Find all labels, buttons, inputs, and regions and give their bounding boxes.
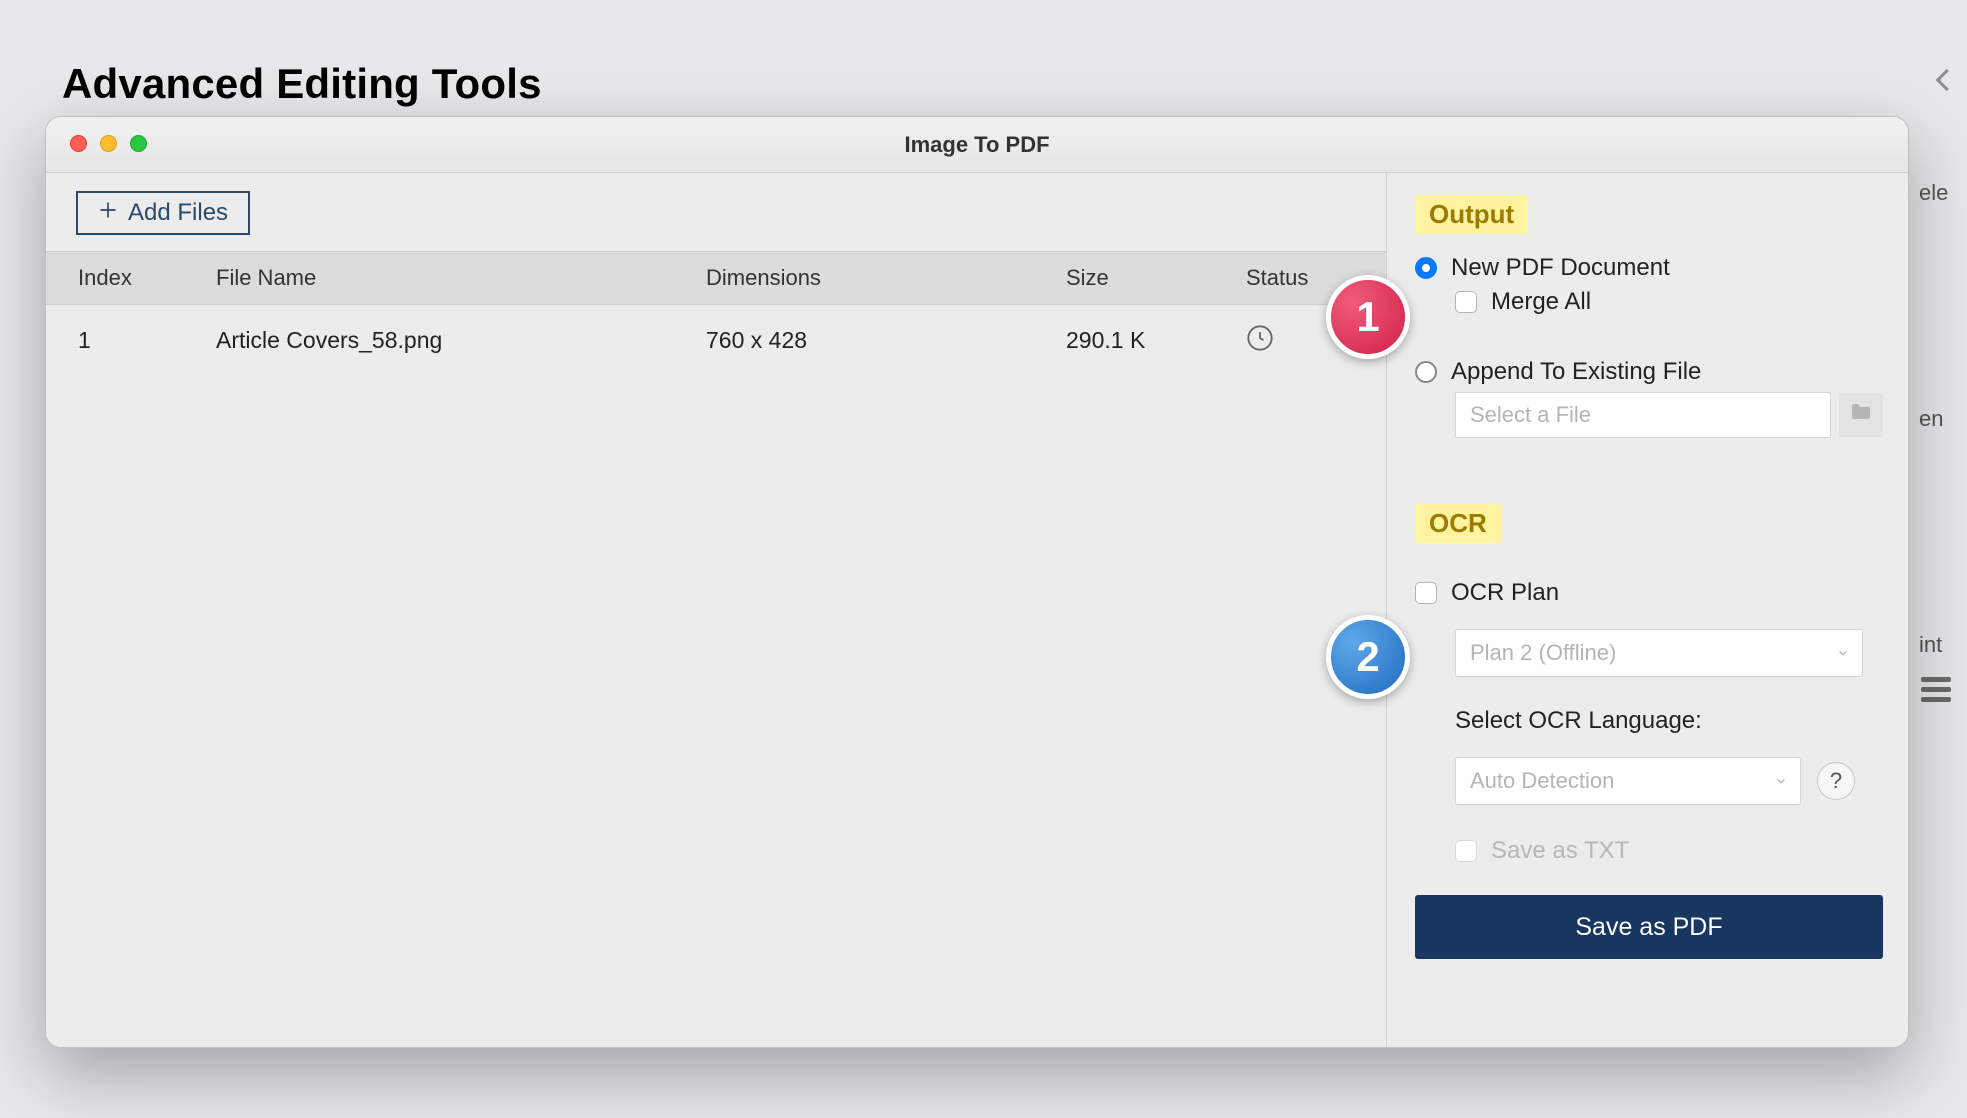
cell-dimensions: 760 x 428	[706, 327, 1066, 354]
ocr-plan-label: OCR Plan	[1451, 579, 1559, 607]
annotation-badge-1: 1	[1326, 275, 1410, 359]
col-header-dimensions[interactable]: Dimensions	[706, 265, 1066, 291]
merge-all-checkbox[interactable]	[1455, 291, 1477, 313]
add-files-button[interactable]: Add Files	[76, 191, 250, 235]
minimize-icon[interactable]	[100, 135, 117, 152]
files-table: Index File Name Dimensions Size Status 1…	[46, 251, 1386, 377]
back-chevron-icon[interactable]	[1929, 60, 1959, 105]
new-pdf-radio[interactable]	[1415, 257, 1437, 279]
new-pdf-radio-row[interactable]: New PDF Document	[1415, 254, 1883, 282]
close-icon[interactable]	[70, 135, 87, 152]
folder-icon	[1847, 400, 1875, 431]
ocr-language-value: Auto Detection	[1470, 768, 1614, 794]
help-icon: ?	[1830, 768, 1842, 794]
save-txt-row: Save as TXT	[1455, 837, 1883, 865]
image-to-pdf-window: Image To PDF Add Files Index File Name D…	[45, 116, 1909, 1048]
append-radio[interactable]	[1415, 361, 1437, 383]
chevron-down-icon	[1836, 640, 1850, 666]
window-title: Image To PDF	[904, 132, 1049, 158]
col-header-index[interactable]: Index	[46, 265, 216, 291]
append-label: Append To Existing File	[1451, 358, 1701, 386]
ocr-plan-select[interactable]: Plan 2 (Offline)	[1455, 629, 1863, 677]
table-header: Index File Name Dimensions Size Status	[46, 251, 1386, 305]
window-controls	[70, 135, 147, 152]
col-header-size[interactable]: Size	[1066, 265, 1246, 291]
obscured-background-text: ele en int	[1919, 180, 1967, 658]
file-list-pane: Add Files Index File Name Dimensions Siz…	[46, 173, 1387, 1047]
chevron-down-icon	[1774, 768, 1788, 794]
ocr-language-label: Select OCR Language:	[1455, 707, 1883, 735]
append-file-row: Select a File	[1455, 392, 1883, 438]
merge-all-label: Merge All	[1491, 288, 1591, 316]
maximize-icon[interactable]	[130, 135, 147, 152]
cell-file-name: Article Covers_58.png	[216, 327, 706, 354]
cell-index: 1	[46, 327, 216, 354]
options-pane: Output New PDF Document Merge All Append…	[1387, 173, 1909, 1047]
merge-all-row[interactable]: Merge All	[1455, 288, 1883, 316]
save-as-pdf-button[interactable]: Save as PDF	[1415, 895, 1883, 959]
add-files-label: Add Files	[128, 199, 228, 227]
annotation-badge-2: 2	[1326, 615, 1410, 699]
ocr-plan-select-value: Plan 2 (Offline)	[1470, 640, 1616, 666]
ocr-plan-checkbox[interactable]	[1415, 582, 1437, 604]
save-txt-checkbox	[1455, 840, 1477, 862]
append-file-field[interactable]: Select a File	[1455, 392, 1831, 438]
hamburger-icon[interactable]	[1921, 672, 1951, 707]
new-pdf-label: New PDF Document	[1451, 254, 1670, 282]
titlebar: Image To PDF	[46, 117, 1908, 173]
help-button[interactable]: ?	[1817, 762, 1855, 800]
append-radio-row[interactable]: Append To Existing File	[1415, 358, 1883, 386]
table-row[interactable]: 1 Article Covers_58.png 760 x 428 290.1 …	[46, 305, 1386, 377]
ocr-heading: OCR	[1415, 504, 1501, 543]
output-heading: Output	[1415, 195, 1528, 234]
browse-folder-button[interactable]	[1839, 393, 1883, 437]
page-title: Advanced Editing Tools	[0, 0, 1967, 128]
ocr-language-select[interactable]: Auto Detection	[1455, 757, 1801, 805]
ocr-plan-row[interactable]: OCR Plan	[1415, 579, 1883, 607]
save-txt-label: Save as TXT	[1491, 837, 1629, 865]
cell-size: 290.1 K	[1066, 327, 1246, 354]
plus-icon	[98, 199, 118, 227]
col-header-file-name[interactable]: File Name	[216, 265, 706, 291]
